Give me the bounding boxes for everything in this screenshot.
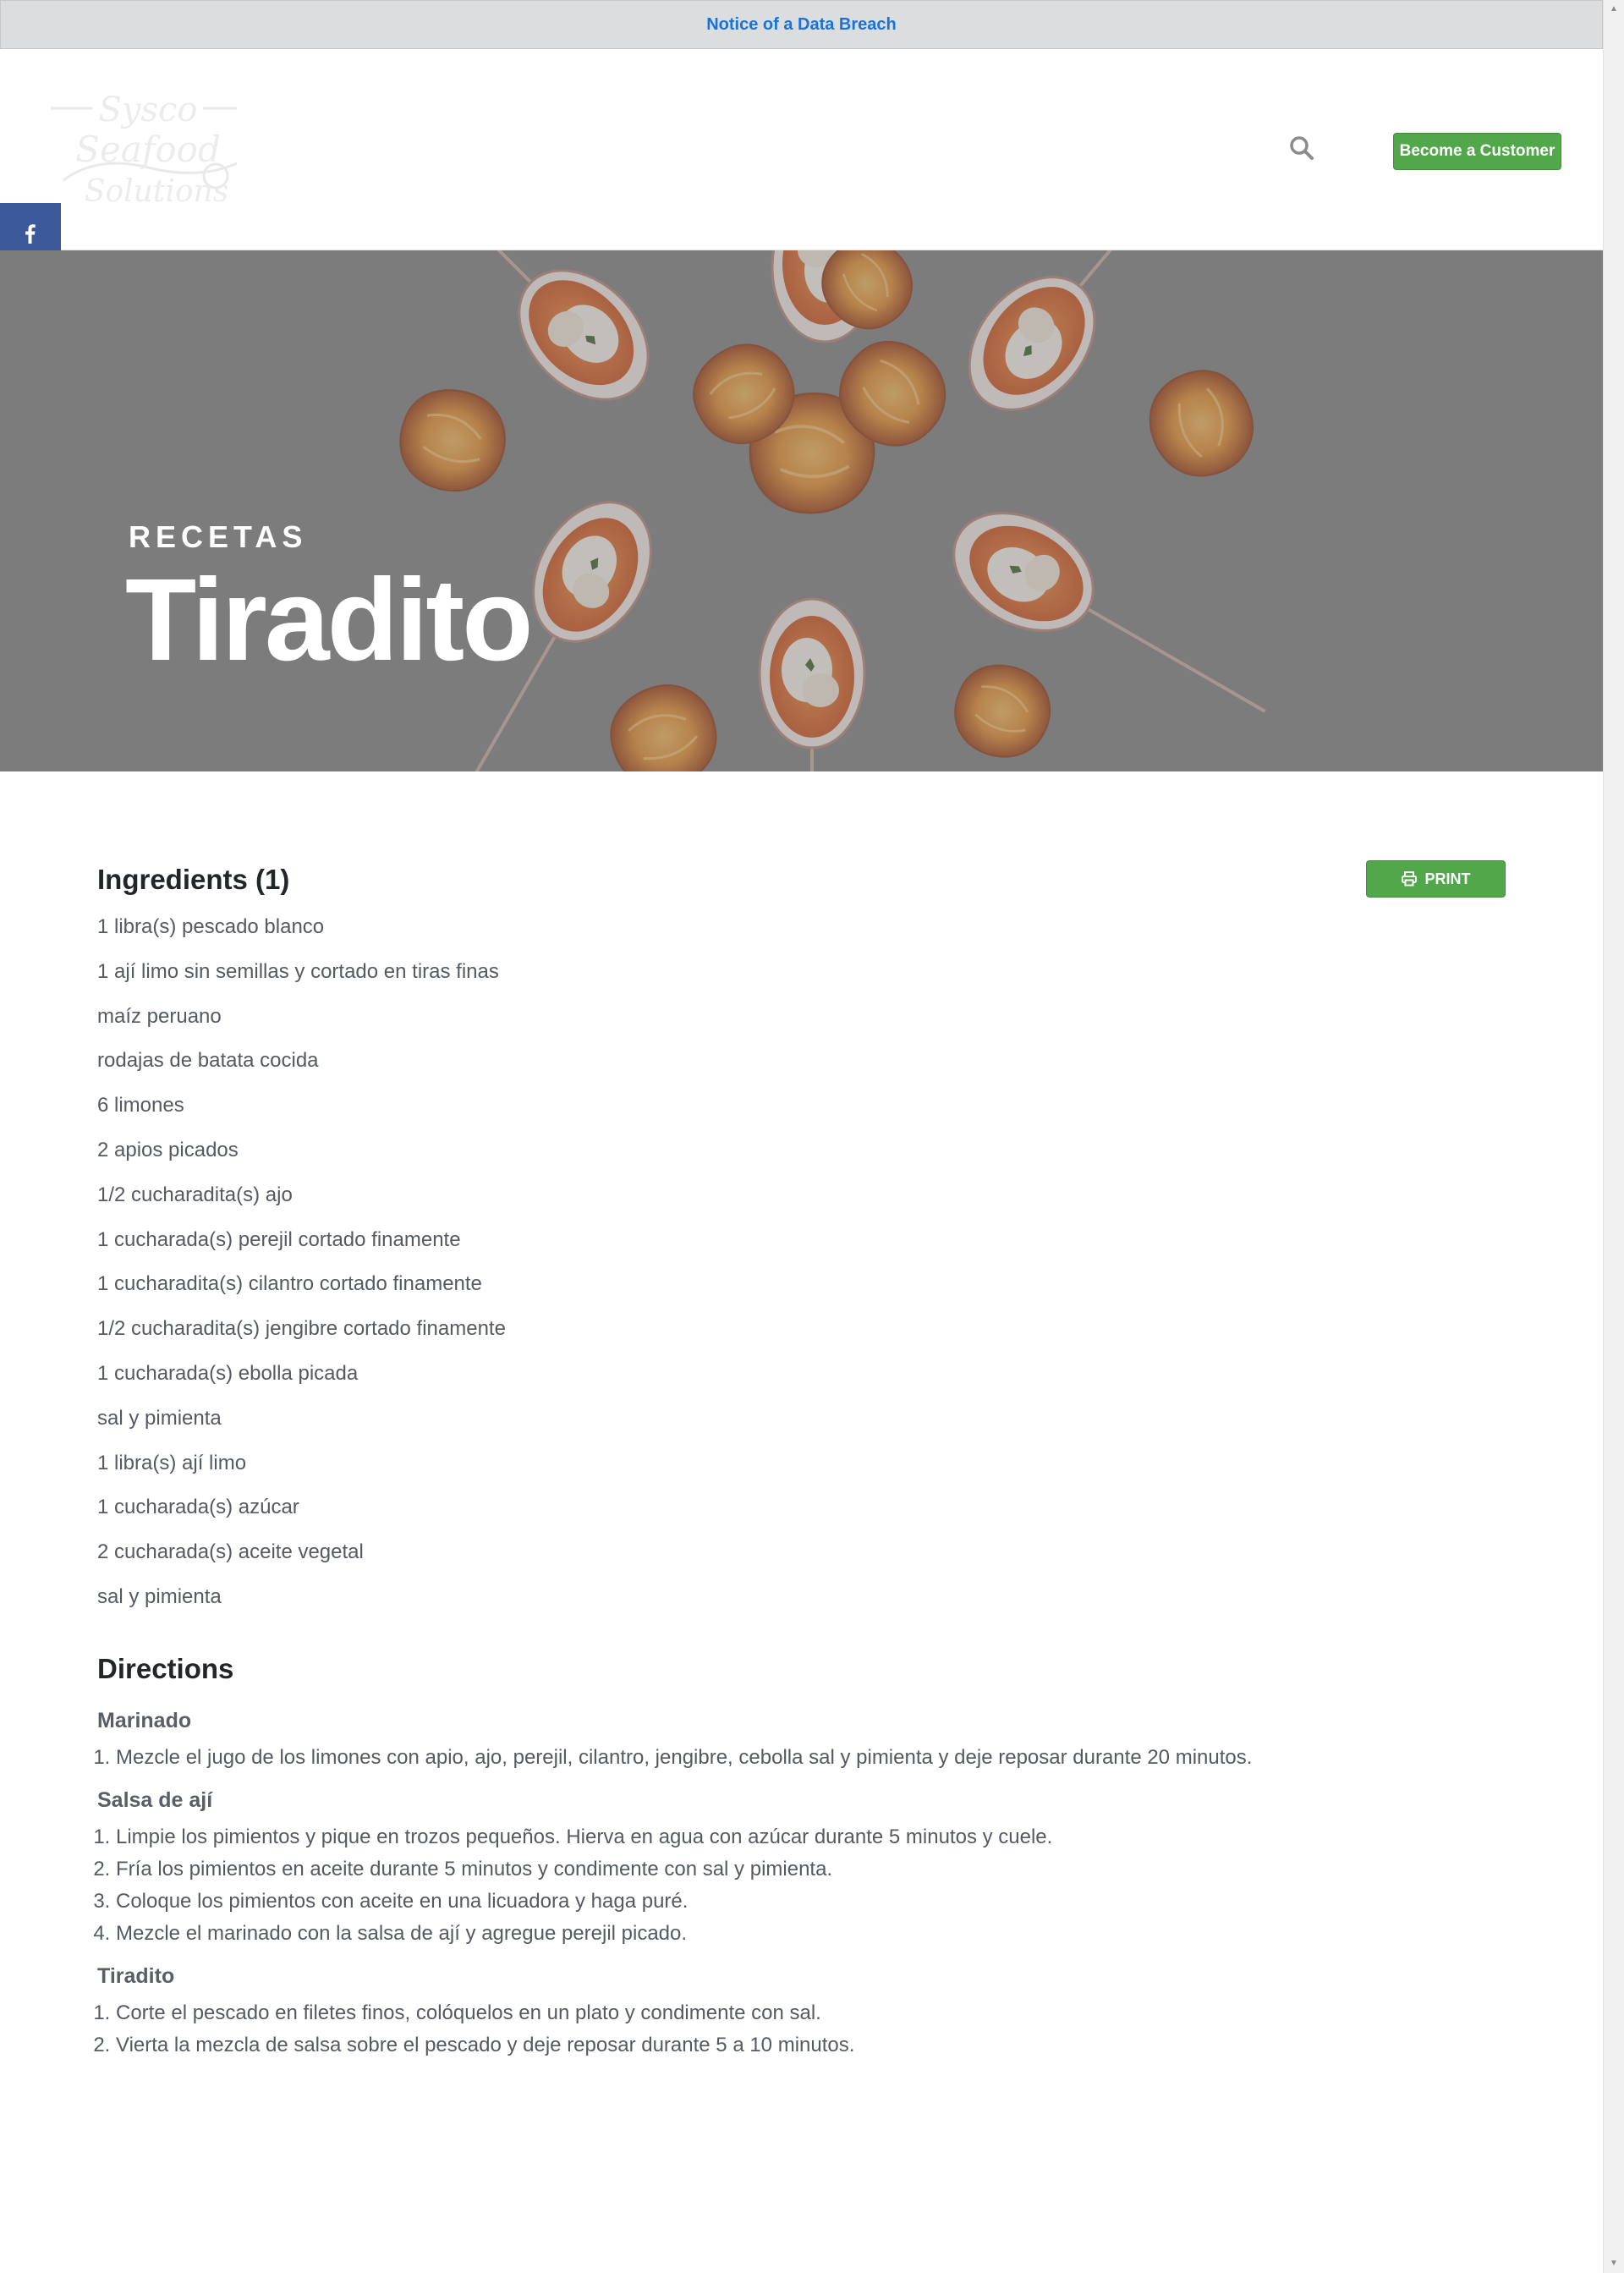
- ingredients-list: 1 libra(s) pescado blanco 1 ají limo sin…: [97, 905, 1281, 1620]
- direction-step: Vierta la mezcla de salsa sobre el pesca…: [116, 2029, 1258, 2062]
- printer-icon: [1401, 871, 1417, 887]
- ingredient-item: maíz peruano: [97, 1004, 222, 1028]
- ingredient-item: 1 libra(s) ají limo: [97, 1451, 247, 1474]
- ingredients-heading: Ingredients (1): [97, 864, 290, 895]
- recipe-content: Ingredients (1) 1 libra(s) pescado blanc…: [97, 854, 1281, 2073]
- direction-step: Fría los pimientos en aceite durante 5 m…: [116, 1853, 1258, 1886]
- site-header: Sysco Seafood Solutions Become a Custome…: [0, 49, 1603, 250]
- ingredient-item: 1 cucharada(s) azúcar: [97, 1496, 299, 1519]
- directions-section-title: Salsa de ají: [97, 1787, 213, 1812]
- ingredient-item: 2 apios picados: [97, 1138, 239, 1161]
- directions-steps: Mezcle el jugo de los limones con apio, …: [97, 1742, 1258, 1774]
- scroll-down-icon[interactable]: ▼: [1610, 2259, 1618, 2268]
- direction-step: Coloque los pimientos con aceite en una …: [116, 1886, 1258, 1918]
- ingredient-item: 6 limones: [97, 1094, 184, 1117]
- ingredient-item: sal y pimienta: [97, 1584, 222, 1608]
- ingredient-item: 1 cucharada(s) perejil cortado finamente: [97, 1227, 461, 1251]
- print-label: PRINT: [1424, 870, 1471, 887]
- logo-text-line-3: Solutions: [85, 174, 228, 209]
- notice-bar: Notice of a Data Breach: [0, 0, 1603, 49]
- direction-step: Corte el pescado en filetes finos, colóq…: [116, 1997, 1258, 2029]
- directions-heading: Directions: [97, 1652, 234, 1684]
- ingredient-item: 1/2 cucharadita(s) ajo: [97, 1183, 293, 1206]
- logo-text-line-2: Seafood: [75, 129, 221, 170]
- ingredient-item: sal y pimienta: [97, 1406, 222, 1430]
- hero-banner: RECETAS Tiradito: [0, 250, 1603, 771]
- hero-food-photo: [0, 250, 1603, 771]
- direction-step: Mezcle el jugo de los limones con apio, …: [116, 1742, 1258, 1774]
- hero-category: RECETAS: [129, 519, 308, 554]
- page-title: Tiradito: [125, 555, 533, 685]
- direction-step: Mezcle el marinado con la salsa de ají y…: [116, 1918, 1258, 1950]
- direction-step: Limpie los pimientos y pique en trozos p…: [116, 1821, 1258, 1853]
- ingredient-item: rodajas de batata cocida: [97, 1049, 319, 1073]
- become-a-customer-button[interactable]: Become a Customer: [1393, 133, 1561, 170]
- directions-steps: Limpie los pimientos y pique en trozos p…: [97, 1821, 1258, 1950]
- logo-text-line-1: Sysco: [98, 91, 197, 129]
- directions-section-title: Tiradito: [97, 1963, 175, 1988]
- directions-section-title: Marinado: [97, 1708, 192, 1732]
- data-breach-notice-link[interactable]: Notice of a Data Breach: [706, 15, 897, 35]
- ingredient-item: 1 cucharada(s) ebolla picada: [97, 1361, 359, 1385]
- ingredient-item: 1 cucharadita(s) cilantro cortado finame…: [97, 1272, 482, 1296]
- ingredient-item: 1 ají limo sin semillas y cortado en tir…: [97, 959, 499, 983]
- print-button[interactable]: PRINT: [1366, 860, 1506, 898]
- page-scrollbar[interactable]: ▲ ▼: [1603, 0, 1624, 2273]
- directions-steps: Corte el pescado en filetes finos, colóq…: [97, 1997, 1258, 2062]
- sysco-seafood-logo[interactable]: Sysco Seafood Solutions: [47, 87, 250, 214]
- ingredient-item: 1 libra(s) pescado blanco: [97, 915, 325, 938]
- facebook-icon: [25, 224, 36, 244]
- ingredient-item: 1/2 cucharadita(s) jengibre cortado fina…: [97, 1317, 506, 1341]
- search-icon[interactable]: [1287, 134, 1316, 162]
- ingredient-item: 2 cucharada(s) aceite vegetal: [97, 1540, 364, 1564]
- scroll-up-icon[interactable]: ▲: [1610, 5, 1618, 14]
